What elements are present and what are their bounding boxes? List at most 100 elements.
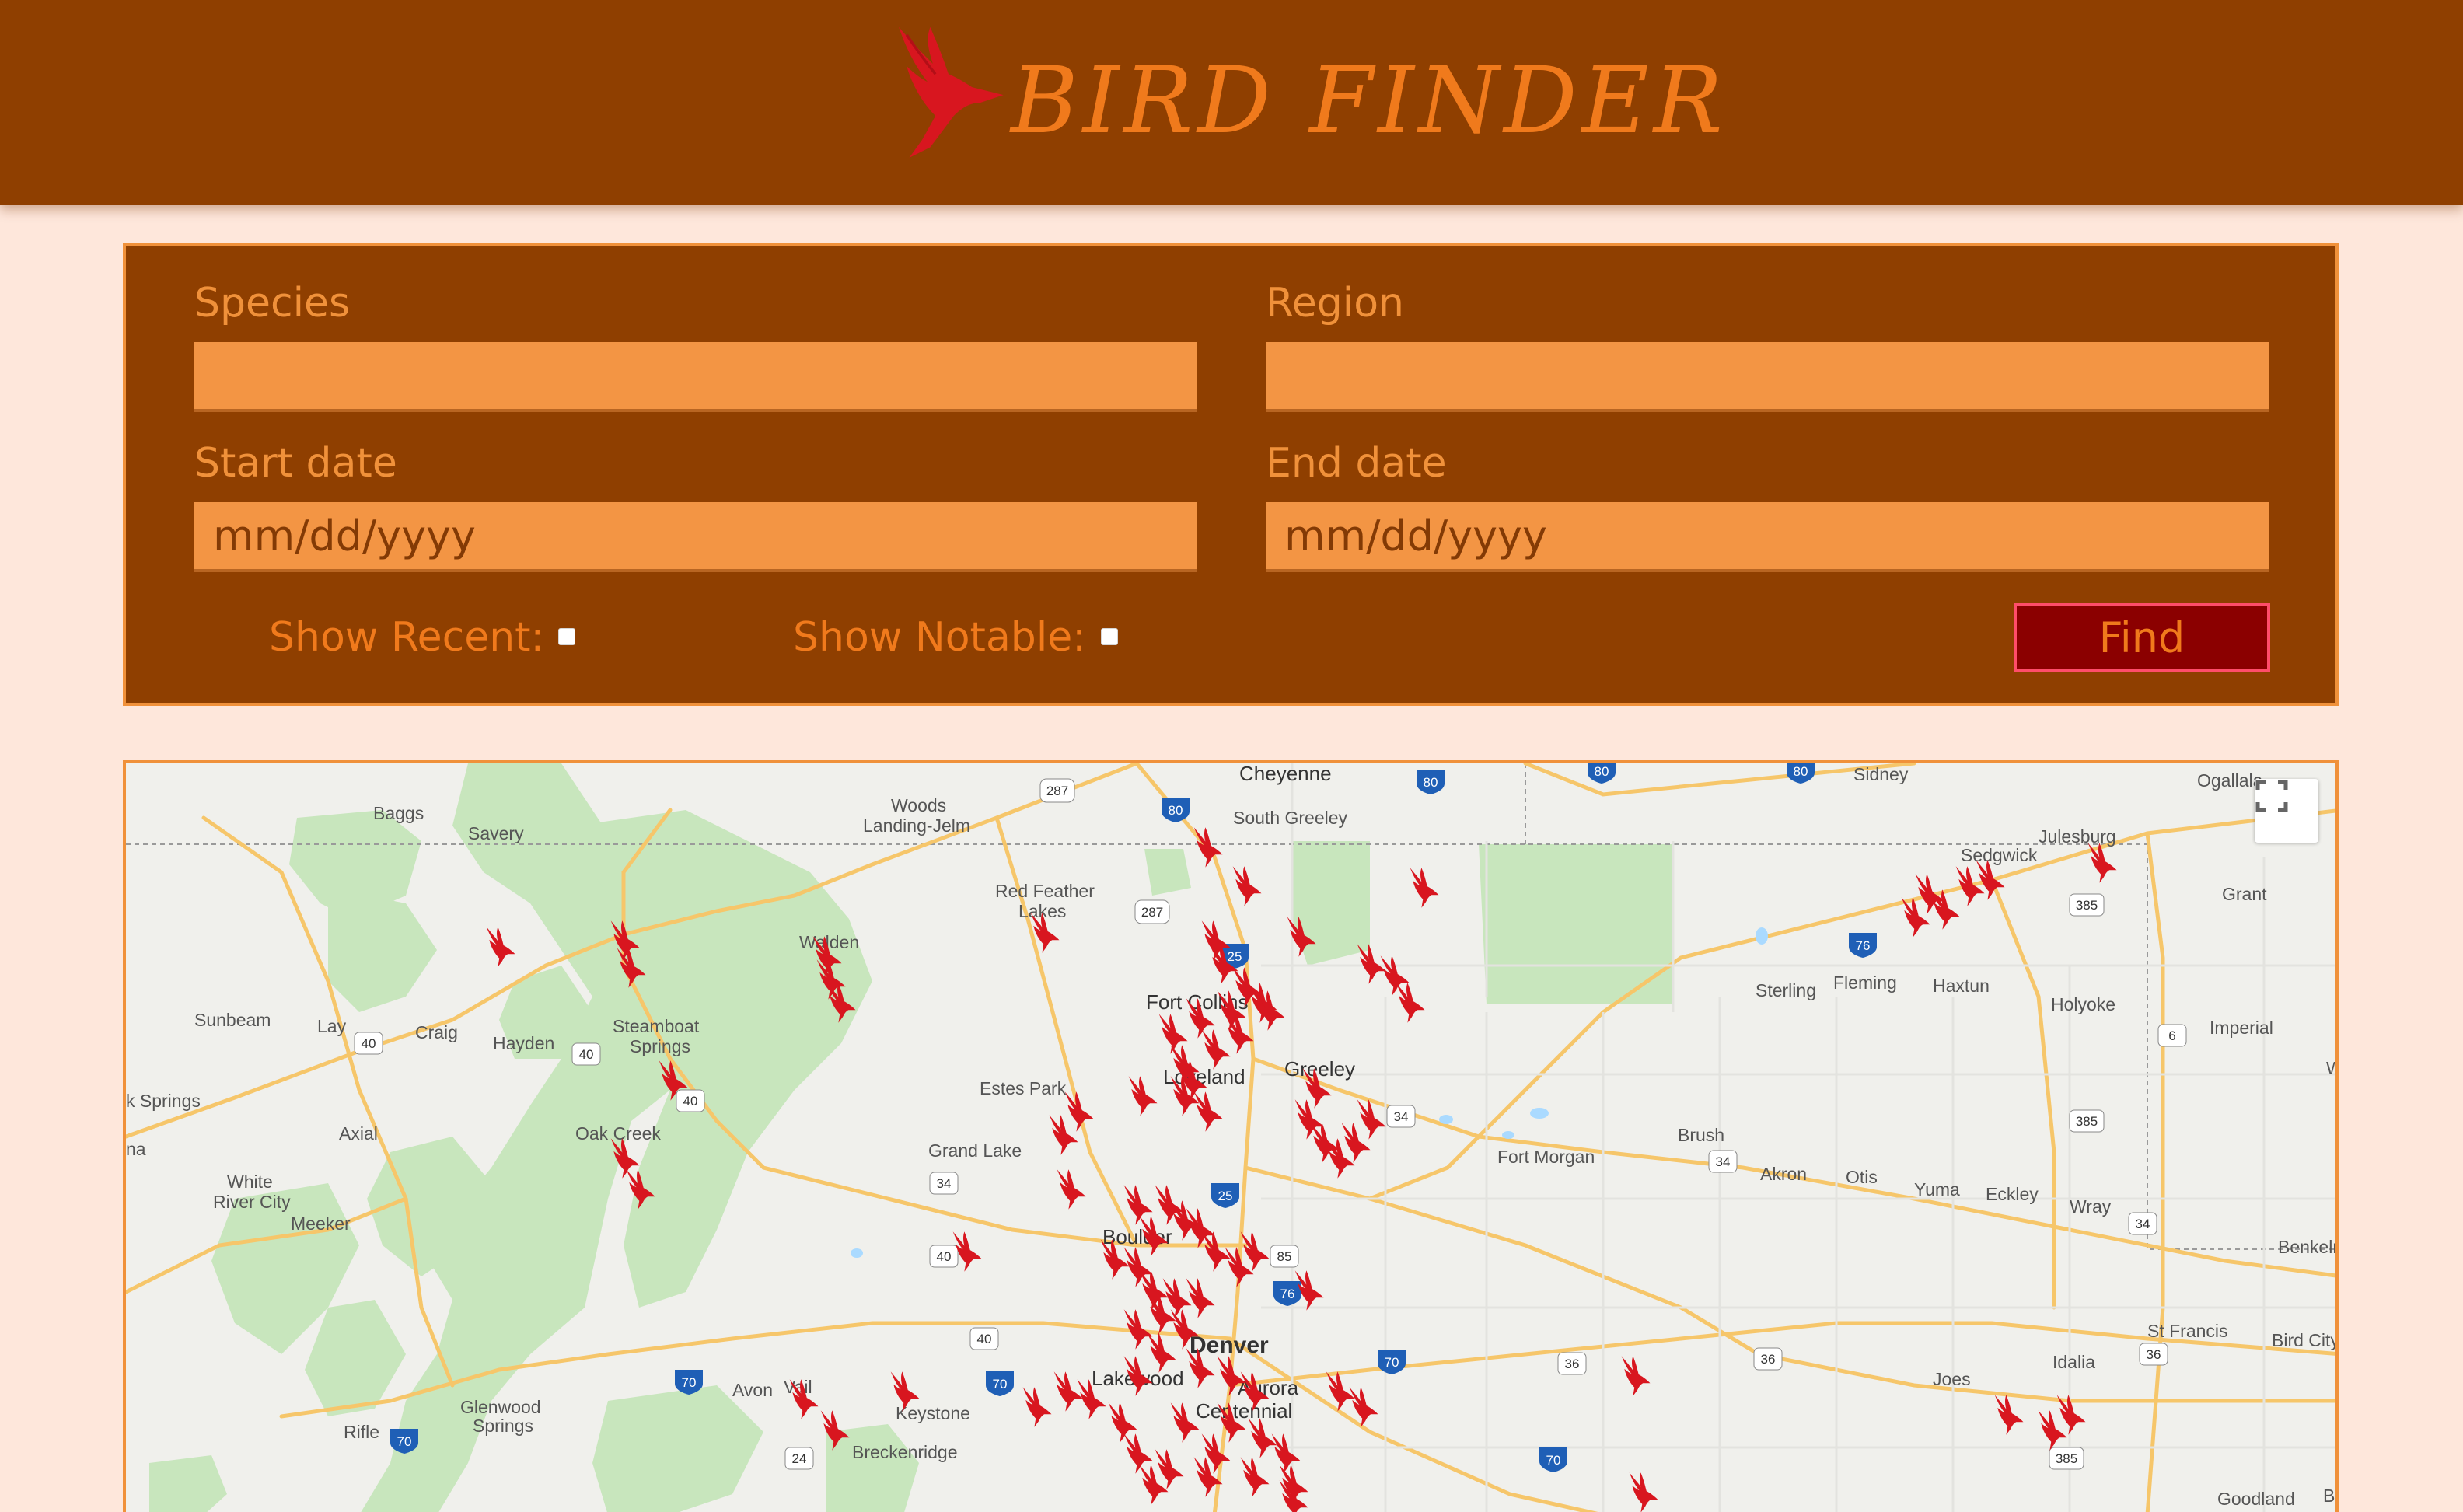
- bird-marker-icon[interactable]: [1053, 1371, 1083, 1412]
- shield-label: 36: [1565, 1357, 1580, 1371]
- town-label: Sterling: [1756, 980, 1816, 1000]
- town-label: Centennial: [1196, 1399, 1292, 1423]
- town-label: Ogallala: [2197, 770, 2263, 791]
- shield-label: 80: [1794, 764, 1808, 779]
- shield-label: 70: [682, 1375, 697, 1390]
- town-label: Br: [2323, 1486, 2339, 1506]
- shield-label: 40: [683, 1094, 698, 1109]
- town-label: Craig: [415, 1022, 458, 1042]
- shield-label: 24: [792, 1451, 807, 1466]
- town-label: Benkelm: [2278, 1237, 2339, 1257]
- bird-marker-icon[interactable]: [1976, 860, 2005, 900]
- map-canvas[interactable]: Cheyenne South Greeley Sidney Ogallala B…: [126, 763, 2339, 1512]
- shield-label: 70: [397, 1434, 412, 1449]
- show-notable-checkbox[interactable]: [1101, 628, 1118, 645]
- bird-marker-icon[interactable]: [1357, 944, 1386, 984]
- town-label: Red Feather: [995, 881, 1095, 901]
- town-label: Grant: [2222, 884, 2267, 904]
- town-label: Springs: [473, 1416, 533, 1436]
- bird-marker-icon[interactable]: [1201, 1029, 1231, 1070]
- species-input[interactable]: [194, 342, 1197, 412]
- town-label: Steamboat: [613, 1016, 700, 1036]
- bird-marker-icon[interactable]: [1193, 1091, 1223, 1132]
- bird-marker-icon[interactable]: [1022, 1387, 1052, 1427]
- bird-marker-icon[interactable]: [1162, 1278, 1192, 1318]
- town-label: Oak Creek: [575, 1123, 661, 1144]
- show-notable-label: Show Notable:: [793, 614, 1086, 661]
- bird-marker-icon[interactable]: [1240, 1457, 1270, 1497]
- town-label: Estes Park: [980, 1078, 1067, 1098]
- bird-marker-icon[interactable]: [1128, 1076, 1158, 1116]
- bird-marker-icon[interactable]: [1123, 1433, 1153, 1474]
- town-label: Avon: [732, 1380, 773, 1400]
- town-label: Goodland: [2217, 1489, 2295, 1509]
- fullscreen-button[interactable]: [2255, 779, 2318, 843]
- end-date-input[interactable]: [1266, 502, 2269, 572]
- town-label: Glenwood: [460, 1397, 541, 1417]
- bird-icon: [899, 26, 1004, 158]
- bird-marker-icon[interactable]: [1049, 1115, 1078, 1155]
- town-label: River City: [213, 1192, 291, 1212]
- bird-marker-icon[interactable]: [1232, 866, 1262, 906]
- bird-marker-icon[interactable]: [1341, 1123, 1371, 1163]
- bird-marker-icon[interactable]: [1380, 955, 1410, 996]
- bird-marker-icon[interactable]: [1248, 1418, 1277, 1458]
- town-label: Joes: [1933, 1369, 1971, 1389]
- sightings-map[interactable]: Cheyenne South Greeley Sidney Ogallala B…: [123, 760, 2339, 1512]
- bird-marker-icon[interactable]: [1193, 827, 1223, 868]
- town-label: Landing-Jelm: [863, 815, 970, 836]
- show-recent-checkbox[interactable]: [558, 628, 575, 645]
- bird-marker-icon[interactable]: [1621, 1356, 1651, 1396]
- town-label: Fleming: [1833, 972, 1897, 993]
- bird-marker-icon[interactable]: [1064, 1091, 1094, 1132]
- bird-marker-icon[interactable]: [1901, 897, 1930, 938]
- bird-marker-icon[interactable]: [1108, 1402, 1137, 1443]
- bird-marker-icon[interactable]: [1155, 1449, 1184, 1489]
- town-label: Eckley: [1986, 1184, 2039, 1204]
- bird-marker-icon[interactable]: [1240, 1231, 1270, 1272]
- bird-marker-icon[interactable]: [2038, 1410, 2067, 1451]
- shield-label: 385: [2056, 1451, 2077, 1466]
- shield-label: 76: [1280, 1287, 1295, 1301]
- shield-label: 85: [1277, 1249, 1292, 1264]
- region-input[interactable]: [1266, 342, 2269, 412]
- shield-label: 40: [937, 1249, 952, 1264]
- town-label: Greeley: [1284, 1057, 1355, 1081]
- shield-label: 25: [1218, 1189, 1233, 1203]
- bird-marker-icon[interactable]: [1123, 1185, 1153, 1225]
- town-label: Axial: [339, 1123, 378, 1144]
- app-header: BIRD FINDER: [0, 0, 2463, 205]
- bird-marker-icon[interactable]: [1396, 983, 1425, 1023]
- bird-marker-icon[interactable]: [1410, 868, 1439, 908]
- shield-label: 36: [1761, 1352, 1776, 1367]
- shield-label: 34: [1716, 1154, 1731, 1169]
- bird-marker-icon[interactable]: [1158, 1014, 1188, 1054]
- bird-marker-icon[interactable]: [1994, 1395, 2024, 1435]
- bird-marker-icon[interactable]: [1930, 889, 1960, 930]
- bird-marker-icon[interactable]: [1271, 1433, 1301, 1474]
- shield-label: 70: [993, 1377, 1008, 1392]
- start-date-input[interactable]: [194, 502, 1197, 572]
- town-label: Idalia: [2052, 1352, 2095, 1372]
- bird-marker-icon[interactable]: [1170, 1402, 1200, 1443]
- bird-marker-icon[interactable]: [1057, 1169, 1086, 1210]
- town-label: Holyoke: [2051, 994, 2115, 1014]
- town-label: na: [126, 1139, 146, 1159]
- bird-marker-icon[interactable]: [1629, 1472, 1658, 1512]
- bird-marker-icon[interactable]: [1186, 1278, 1215, 1318]
- end-date-label: End date: [1266, 440, 1447, 487]
- find-button[interactable]: Find: [2014, 603, 2270, 672]
- town-label: Woods: [891, 795, 946, 815]
- bird-marker-icon[interactable]: [1201, 1231, 1231, 1272]
- show-recent-label: Show Recent:: [269, 614, 545, 661]
- town-label: Grand Lake: [928, 1140, 1022, 1161]
- shield-label: 34: [2136, 1217, 2150, 1231]
- shield-label: 385: [2076, 898, 2098, 913]
- search-form: Species Region Start date End date Show …: [123, 243, 2339, 706]
- town-label: Keystone: [896, 1403, 970, 1423]
- shield-label: 70: [1385, 1355, 1399, 1370]
- shield-label: 6: [2168, 1028, 2175, 1043]
- shield-label: 70: [1546, 1453, 1561, 1468]
- bird-marker-icon[interactable]: [486, 927, 515, 967]
- town-label: Fort Morgan: [1497, 1147, 1595, 1167]
